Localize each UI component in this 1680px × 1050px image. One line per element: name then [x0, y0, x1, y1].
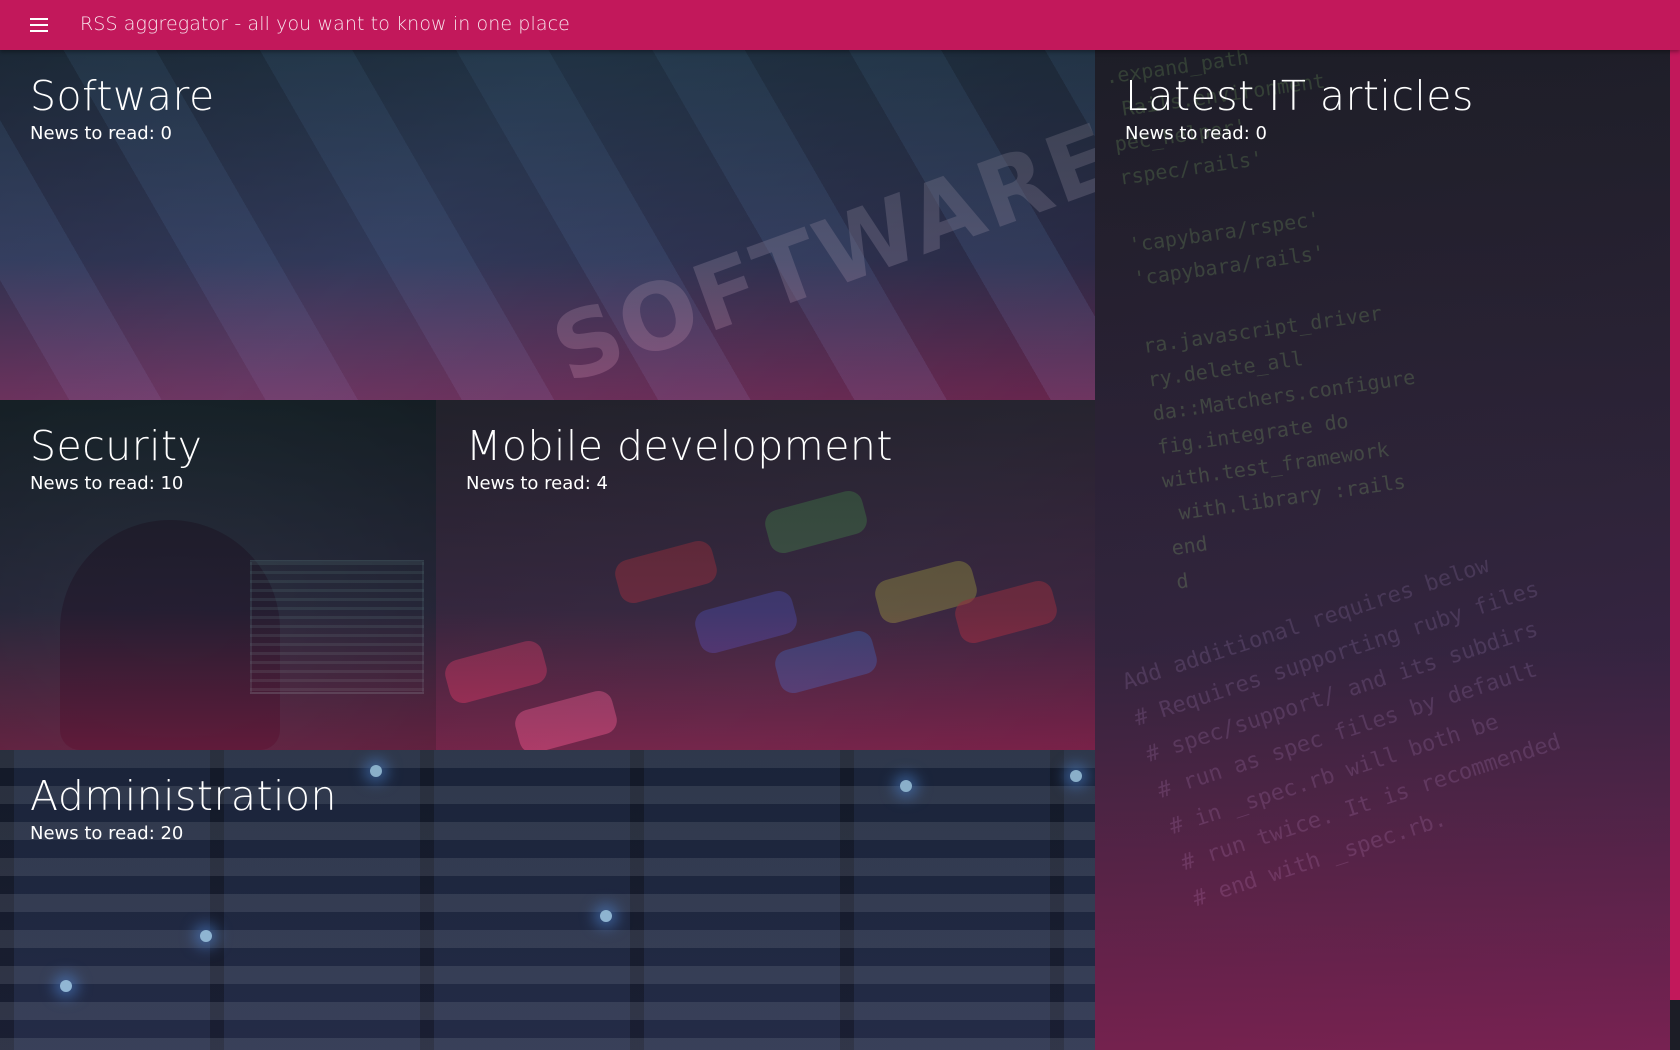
tile-news-count: News to read: 20 [30, 823, 184, 844]
tile-news-count: News to read: 0 [30, 123, 172, 144]
tile-title: Security [30, 422, 203, 470]
tile-news-count: News to read: 10 [30, 473, 184, 494]
tile-title: Mobile development [466, 422, 893, 470]
tile-title: Administration [30, 772, 338, 820]
category-tile-software[interactable]: SOFTWARE Software News to read: 0 [0, 50, 1095, 400]
app-bar: RSS aggregator - all you want to know in… [0, 0, 1680, 50]
app-title: RSS aggregator - all you want to know in… [80, 13, 570, 35]
category-tile-administration[interactable]: Administration News to read: 20 [0, 750, 1095, 1050]
tile-title: Latest IT articles [1125, 72, 1474, 120]
vertical-scrollbar[interactable] [1670, 50, 1680, 1000]
tile-news-count: News to read: 0 [1125, 123, 1267, 144]
tile-news-count: News to read: 4 [466, 473, 608, 494]
category-tile-security[interactable]: Security News to read: 10 [0, 400, 436, 750]
tile-title: Software [30, 72, 215, 120]
category-tile-latest-it-articles[interactable]: .expand_path Rails.environment pec_helpe… [1095, 50, 1670, 1050]
hamburger-menu-icon[interactable] [26, 14, 56, 36]
category-tile-mobile-development[interactable]: Mobile development News to read: 4 [436, 400, 1095, 750]
